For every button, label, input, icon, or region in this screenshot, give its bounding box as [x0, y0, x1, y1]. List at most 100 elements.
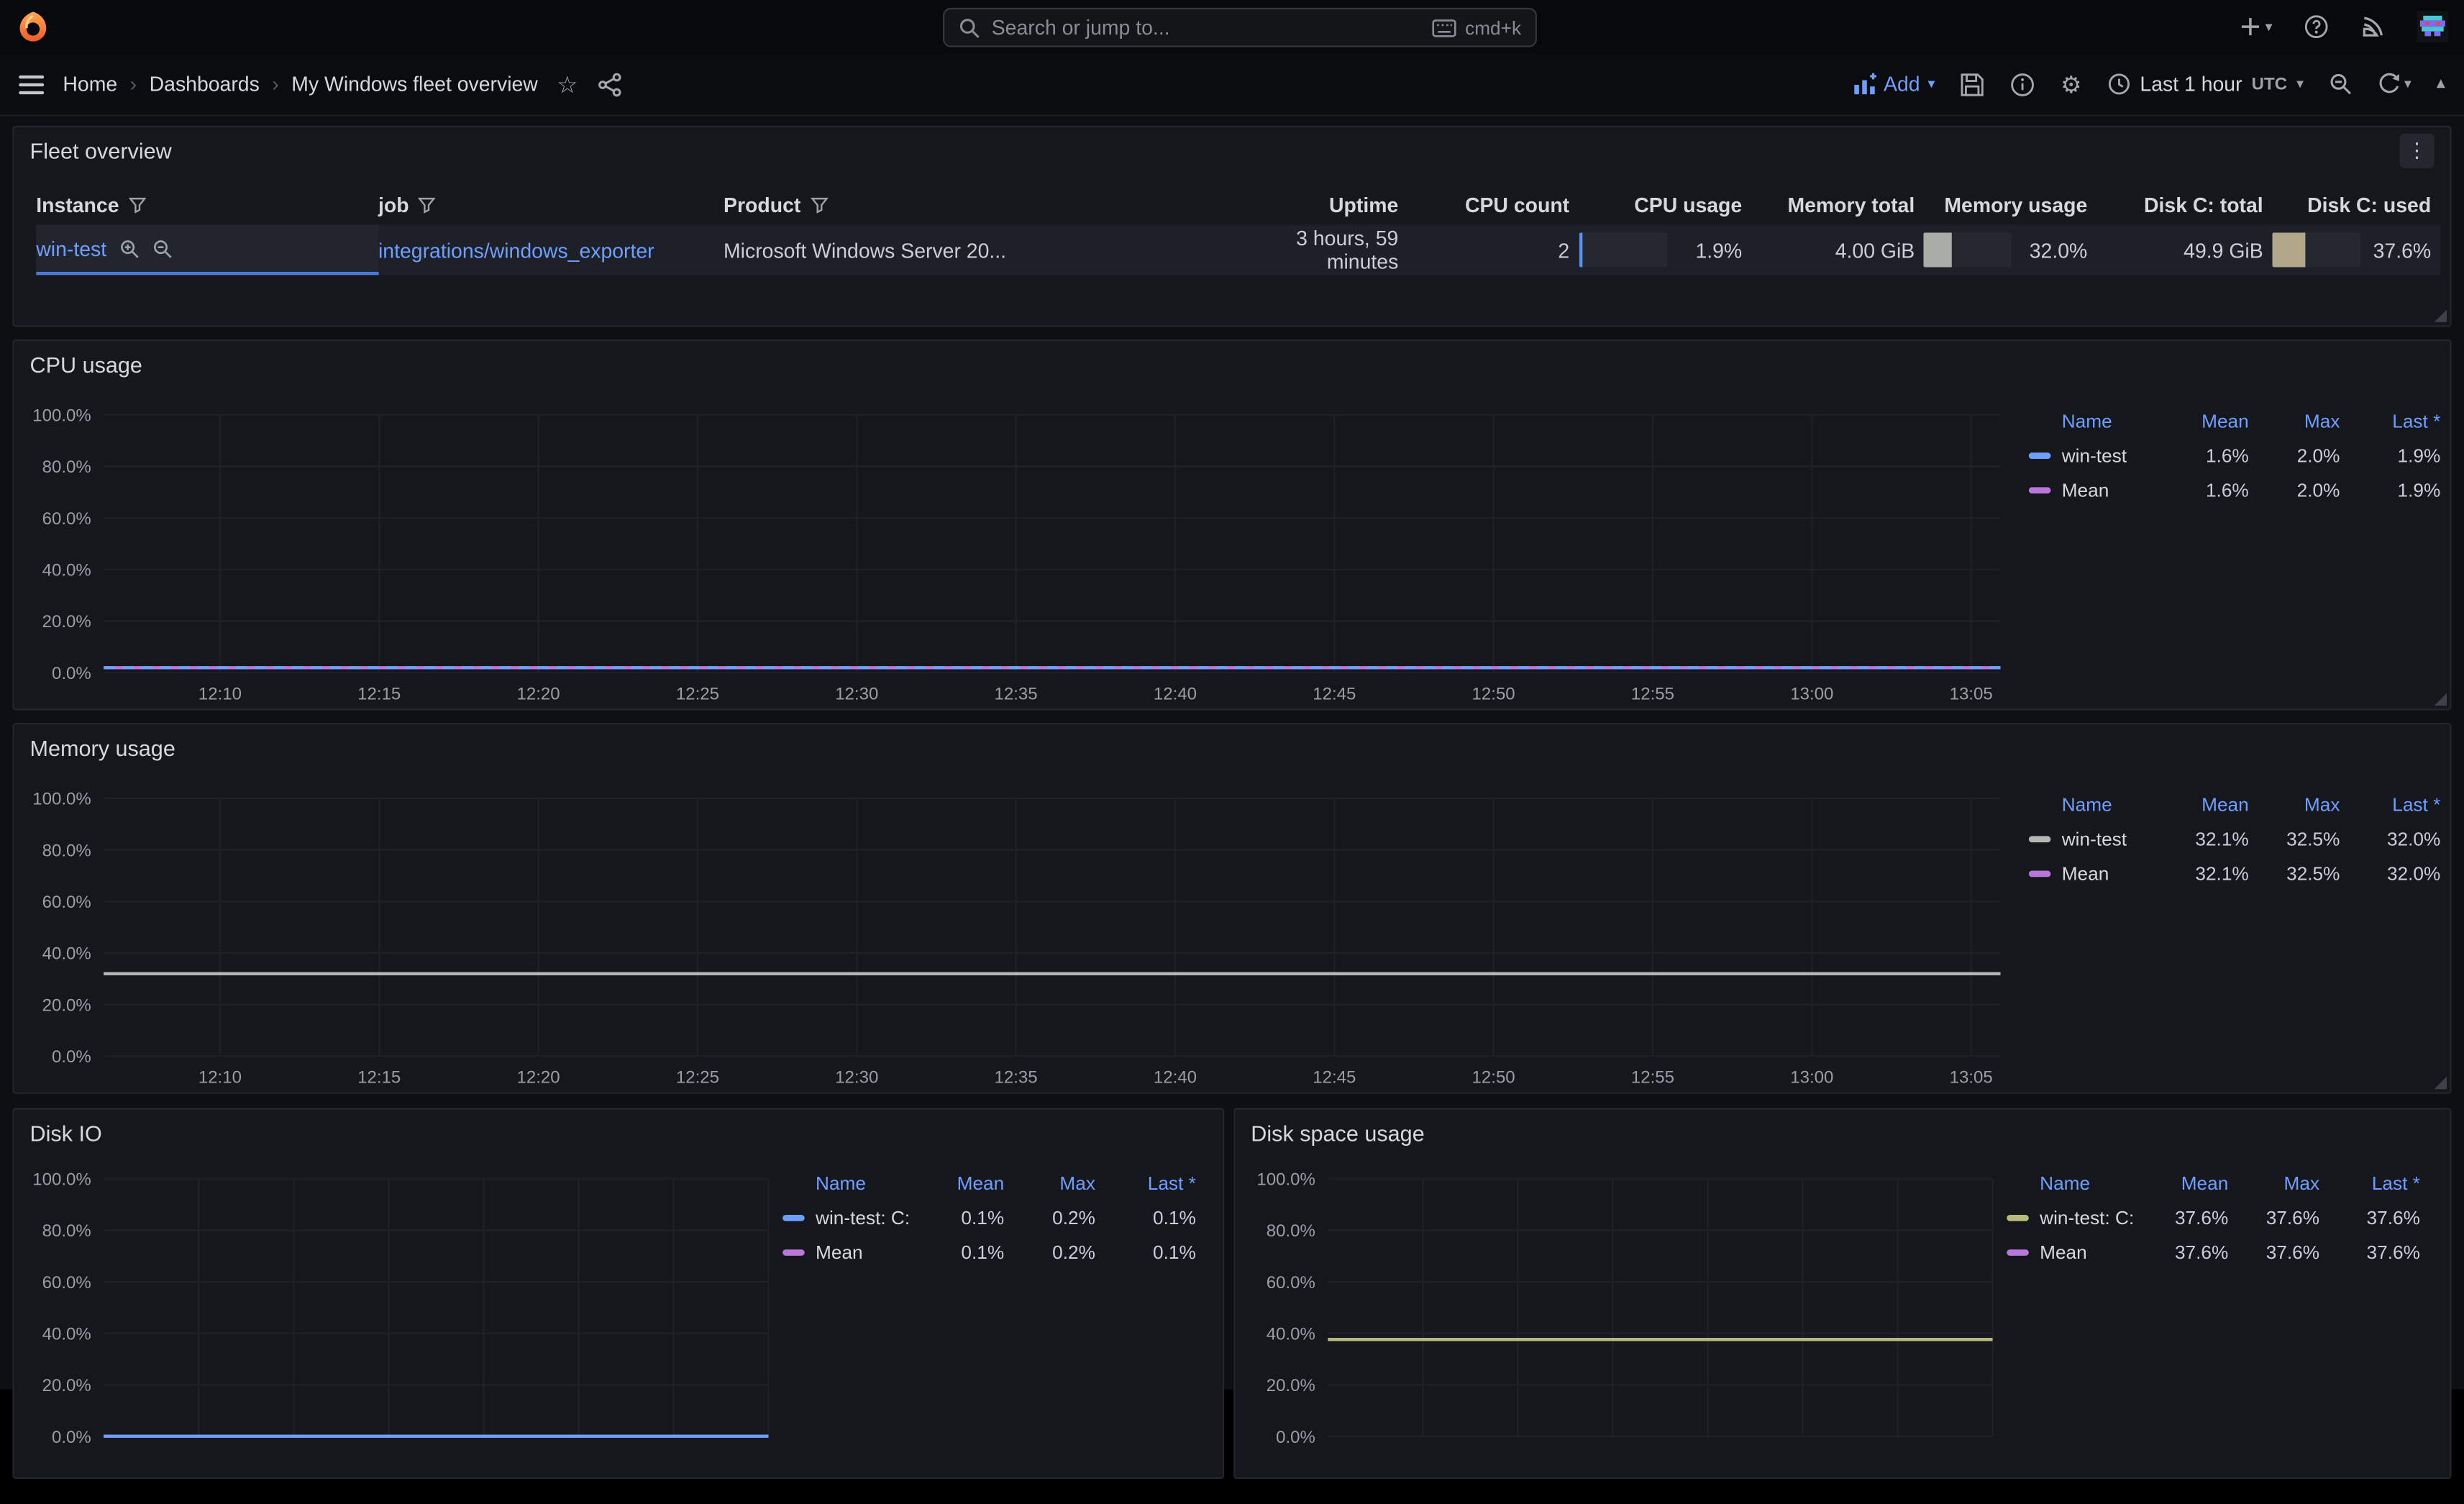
legend-series-label[interactable]: Mean — [782, 1241, 913, 1264]
breadcrumb-home[interactable]: Home — [63, 73, 117, 96]
legend-row: win-test: C:37.6%37.6%37.6% — [2007, 1200, 2420, 1235]
zoom-out-icon[interactable] — [152, 238, 173, 258]
legend-series-label[interactable]: win-test — [2029, 828, 2158, 850]
legend-series-label[interactable]: Mean — [2007, 1241, 2137, 1264]
zoom-out-time-icon[interactable] — [2329, 73, 2353, 96]
panel-title[interactable]: Memory usage — [30, 736, 175, 761]
legend-series-label[interactable]: Mean — [2029, 479, 2158, 501]
svg-text:100.0%: 100.0% — [32, 790, 91, 809]
filter-icon[interactable] — [419, 196, 436, 213]
new-button[interactable]: ▾ — [2240, 16, 2273, 38]
memory-legend: NameMeanMaxLast *win-test32.1%32.5%32.0%… — [2029, 788, 2440, 891]
panel-resize-handle[interactable] — [2435, 1077, 2447, 1089]
panel-title[interactable]: Fleet overview — [30, 138, 172, 163]
dashboard-insights-icon[interactable] — [2010, 71, 2035, 96]
time-range-picker[interactable]: Last 1 hour UTC ▾ — [2107, 73, 2304, 96]
panel-resize-handle[interactable] — [2435, 309, 2447, 322]
svg-text:80.0%: 80.0% — [42, 841, 91, 860]
col-header-cpu-usage[interactable]: CPU usage — [1579, 184, 1751, 225]
zoom-in-icon[interactable] — [119, 238, 140, 258]
panel-resize-handle[interactable] — [2435, 693, 2447, 706]
legend-sort-col[interactable]: Max — [2249, 793, 2340, 816]
legend-sort-name[interactable]: Name — [2029, 410, 2158, 432]
grafana-logo-icon[interactable] — [16, 9, 50, 44]
legend-sort-col[interactable]: Max — [1004, 1172, 1095, 1195]
col-header-memory-usage[interactable]: Memory usage — [1924, 184, 2096, 225]
svg-text:80.0%: 80.0% — [42, 1221, 91, 1241]
col-header-uptime[interactable]: Uptime — [1241, 184, 1407, 225]
memory-usage-gauge — [1924, 232, 2012, 267]
panel-fleet-overview: Fleet overview ⋮ Instance job Product — [12, 126, 2451, 327]
panel-menu-icon[interactable]: ⋮ — [2399, 134, 2434, 168]
dashboard-settings-icon[interactable]: ⚙ — [2061, 70, 2081, 98]
share-icon[interactable] — [597, 71, 622, 96]
user-avatar[interactable] — [2417, 11, 2449, 42]
cpu-usage-chart[interactable]: 0.0%20.0%40.0%60.0%80.0%100.0%12:1012:15… — [14, 404, 2017, 714]
legend-sort-name[interactable]: Name — [2029, 793, 2158, 816]
filter-icon[interactable] — [810, 196, 827, 213]
col-header-disk-used[interactable]: Disk C: used — [2273, 184, 2440, 225]
legend-sort-col[interactable]: Mean — [2158, 410, 2249, 432]
legend-sort-col[interactable]: Max — [2249, 410, 2340, 432]
breadcrumb-dashboards[interactable]: Dashboards — [150, 73, 260, 96]
caret-down-icon: ▾ — [2265, 19, 2273, 34]
legend-series-label[interactable]: win-test — [2029, 445, 2158, 467]
panel-title[interactable]: CPU usage — [30, 352, 142, 377]
svg-text:40.0%: 40.0% — [1267, 1324, 1315, 1344]
svg-text:12:30: 12:30 — [835, 1067, 878, 1087]
legend-sort-col[interactable]: Last * — [1095, 1172, 1196, 1195]
search-input[interactable]: Search or jump to... cmd+k — [943, 8, 1537, 47]
svg-text:100.0%: 100.0% — [32, 1170, 91, 1189]
refresh-button[interactable]: ▾ — [2378, 73, 2411, 96]
legend-sort-col[interactable]: Last * — [2340, 793, 2440, 816]
legend-sort-col[interactable]: Max — [2228, 1172, 2319, 1195]
job-link[interactable]: integrations/windows_exporter — [378, 238, 654, 262]
legend-sort-col[interactable]: Mean — [913, 1172, 1004, 1195]
breadcrumb-current: My Windows fleet overview — [291, 73, 538, 96]
filter-icon[interactable] — [129, 196, 146, 213]
col-header-memory-total[interactable]: Memory total — [1751, 184, 1924, 225]
add-button[interactable]: Add ▾ — [1852, 73, 1935, 96]
disk-space-chart[interactable]: 0.0%20.0%40.0%60.0%80.0%100.0% — [1235, 1166, 2002, 1504]
legend-series-label[interactable]: Mean — [2029, 863, 2158, 885]
save-dashboard-icon[interactable] — [1960, 71, 1985, 96]
legend-row: win-test1.6%2.0%1.9% — [2029, 439, 2440, 473]
legend-sort-col[interactable]: Mean — [2158, 793, 2249, 816]
legend-mean-value: 1.6% — [2158, 479, 2249, 501]
panel-title[interactable]: Disk space usage — [1251, 1121, 1424, 1146]
legend-sort-col[interactable]: Mean — [2137, 1172, 2229, 1195]
legend-sort-col[interactable]: Last * — [2319, 1172, 2420, 1195]
series-swatch — [2029, 452, 2051, 459]
toolbar-actions: Add ▾ ⚙ — [1852, 70, 2445, 98]
legend-sort-col[interactable]: Last * — [2340, 410, 2440, 432]
panel-title[interactable]: Disk IO — [30, 1121, 102, 1146]
svg-text:12:15: 12:15 — [357, 1067, 401, 1087]
svg-text:12:10: 12:10 — [199, 684, 242, 703]
col-header-disk-total[interactable]: Disk C: total — [2096, 184, 2272, 225]
favorite-star-icon[interactable]: ☆ — [557, 70, 578, 98]
search-shortcut: cmd+k — [1432, 17, 1521, 39]
col-header-cpu-count[interactable]: CPU count — [1407, 184, 1579, 225]
svg-text:40.0%: 40.0% — [42, 1324, 91, 1344]
grafana-app: Search or jump to... cmd+k — [0, 0, 2464, 1390]
breadcrumb: Home › Dashboards › My Windows fleet ove… — [19, 70, 621, 98]
help-icon[interactable] — [2304, 14, 2329, 40]
disk-io-chart[interactable]: 0.0%20.0%40.0%60.0%80.0%100.0% — [14, 1166, 778, 1504]
legend-sort-name[interactable]: Name — [782, 1172, 913, 1195]
svg-text:13:00: 13:00 — [1790, 684, 1833, 703]
collapse-toolbar-icon[interactable]: ▴ — [2437, 76, 2445, 93]
legend-series-label[interactable]: win-test: C: — [782, 1207, 913, 1229]
legend-max-value: 32.5% — [2249, 828, 2340, 850]
table-row[interactable]: win-test integrations/windows_exporter — [36, 224, 2440, 275]
col-header-instance[interactable]: Instance — [36, 184, 378, 225]
legend-sort-name[interactable]: Name — [2007, 1172, 2137, 1195]
cell-disk-total: 49.9 GiB — [2096, 224, 2272, 275]
legend-last-value: 37.6% — [2319, 1207, 2420, 1229]
legend-series-label[interactable]: win-test: C: — [2007, 1207, 2137, 1229]
col-header-product[interactable]: Product — [724, 184, 1241, 225]
col-header-job[interactable]: job — [378, 184, 724, 225]
menu-toggle-icon[interactable] — [19, 75, 44, 94]
memory-usage-chart[interactable]: 0.0%20.0%40.0%60.0%80.0%100.0%12:1012:15… — [14, 788, 2017, 1097]
instance-link[interactable]: win-test — [36, 237, 106, 260]
news-icon[interactable] — [2360, 14, 2386, 40]
